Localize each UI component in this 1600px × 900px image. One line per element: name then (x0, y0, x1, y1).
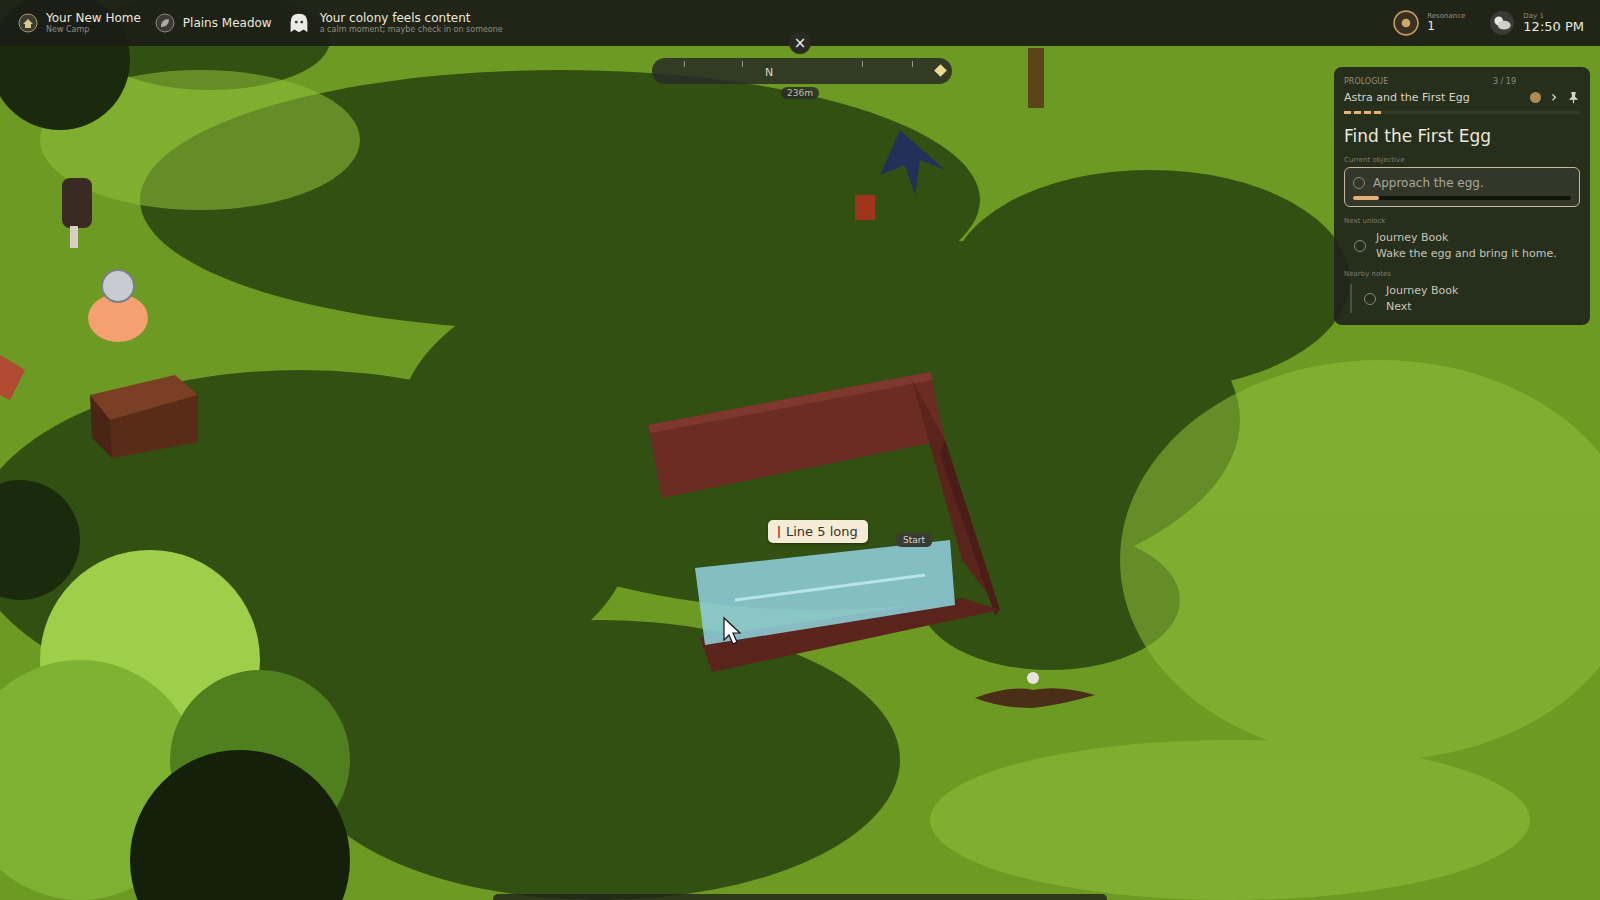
egg-creature[interactable] (88, 270, 148, 342)
warning-mark (778, 526, 780, 538)
chapter-progress (1344, 111, 1580, 114)
unlock-title: Journey Book (1376, 231, 1557, 244)
info-icon (1354, 240, 1366, 252)
note-item[interactable]: Journey Book Next (1350, 284, 1580, 313)
compass: N (652, 58, 952, 84)
leaf-icon (155, 13, 175, 33)
red-flower (855, 195, 875, 220)
note-detail: Next (1386, 300, 1458, 313)
objective-card[interactable]: Approach the egg. (1344, 167, 1580, 207)
quest-title: Astra and the First Egg (1344, 91, 1470, 104)
home-icon (18, 13, 38, 33)
direction-arrow-icon (735, 575, 925, 600)
quest-count: 3 / 19 (1493, 77, 1516, 86)
resonance-icon (1393, 10, 1419, 36)
ghost-icon (286, 10, 312, 36)
compass-tick (742, 61, 743, 67)
tooltip-text: Line 5 long (786, 524, 858, 539)
day-label: Day 1 (1523, 12, 1584, 20)
quest-reward-icon (1530, 92, 1541, 103)
compass-tick (862, 61, 863, 67)
resonance-label: Resonance (1427, 12, 1465, 20)
weather-icon (1489, 10, 1515, 36)
unlock-label: Next unlock (1344, 217, 1580, 225)
clock: Day 1 12:50 PM (1489, 10, 1584, 36)
eagle[interactable] (975, 672, 1095, 708)
colony-mood[interactable]: Your colony feels content a calm moment;… (286, 10, 503, 36)
biome[interactable]: Plains Meadow (155, 13, 272, 33)
resonance[interactable]: Resonance 1 (1393, 10, 1465, 36)
compass-tick (912, 61, 913, 67)
hotbar-edge (493, 894, 1107, 900)
pin-icon[interactable] (1567, 91, 1580, 104)
next-quest-button[interactable]: › (1551, 90, 1557, 105)
storage-chest[interactable] (90, 375, 198, 458)
build-wall[interactable] (648, 372, 1000, 672)
quest-goal: Find the First Egg (1344, 126, 1580, 146)
red-bush (0, 355, 25, 400)
info-icon (1353, 177, 1365, 189)
mood-title: Your colony feels content (320, 12, 503, 26)
info-icon (1364, 293, 1376, 305)
notes-label: Nearby notes (1344, 270, 1580, 278)
location-subtitle: New Camp (46, 25, 141, 34)
compass-tick (684, 61, 685, 67)
quest-panel: PROLOGUE 3 / 19 Astra and the First Egg … (1334, 67, 1590, 325)
cursor-icon (724, 618, 740, 644)
tree-trunk (1028, 48, 1044, 108)
placement-ghost[interactable] (695, 540, 955, 645)
biome-name: Plains Meadow (183, 16, 272, 30)
objective-distance: 236m (781, 87, 819, 99)
objective-marker-icon (934, 64, 947, 77)
tree-canopy (0, 0, 350, 900)
unlock-item[interactable]: Journey Book Wake the egg and bring it h… (1344, 231, 1580, 260)
note-title: Journey Book (1386, 284, 1458, 297)
compass-heading: N (765, 66, 773, 79)
unlock-detail: Wake the egg and bring it home. (1376, 247, 1557, 260)
build-tooltip: Line 5 long (768, 520, 868, 543)
close-button[interactable]: × (789, 32, 811, 54)
game-screen: Line 5 long Start Your New Home New Camp… (0, 0, 1600, 900)
resonance-value: 1 (1427, 20, 1465, 34)
objective-text: Approach the egg. (1373, 176, 1484, 190)
quest-chapter: PROLOGUE (1344, 77, 1388, 86)
location[interactable]: Your New Home New Camp (18, 12, 141, 35)
objective-label: Current objective (1344, 156, 1580, 164)
blue-plant (880, 130, 945, 195)
location-title: Your New Home (46, 12, 141, 26)
objective-progress (1353, 196, 1571, 200)
time: 12:50 PM (1523, 20, 1584, 35)
colonist-character[interactable] (62, 178, 92, 248)
start-tag: Start (896, 533, 932, 547)
mood-subtitle: a calm moment; maybe check in on someone (320, 25, 503, 34)
